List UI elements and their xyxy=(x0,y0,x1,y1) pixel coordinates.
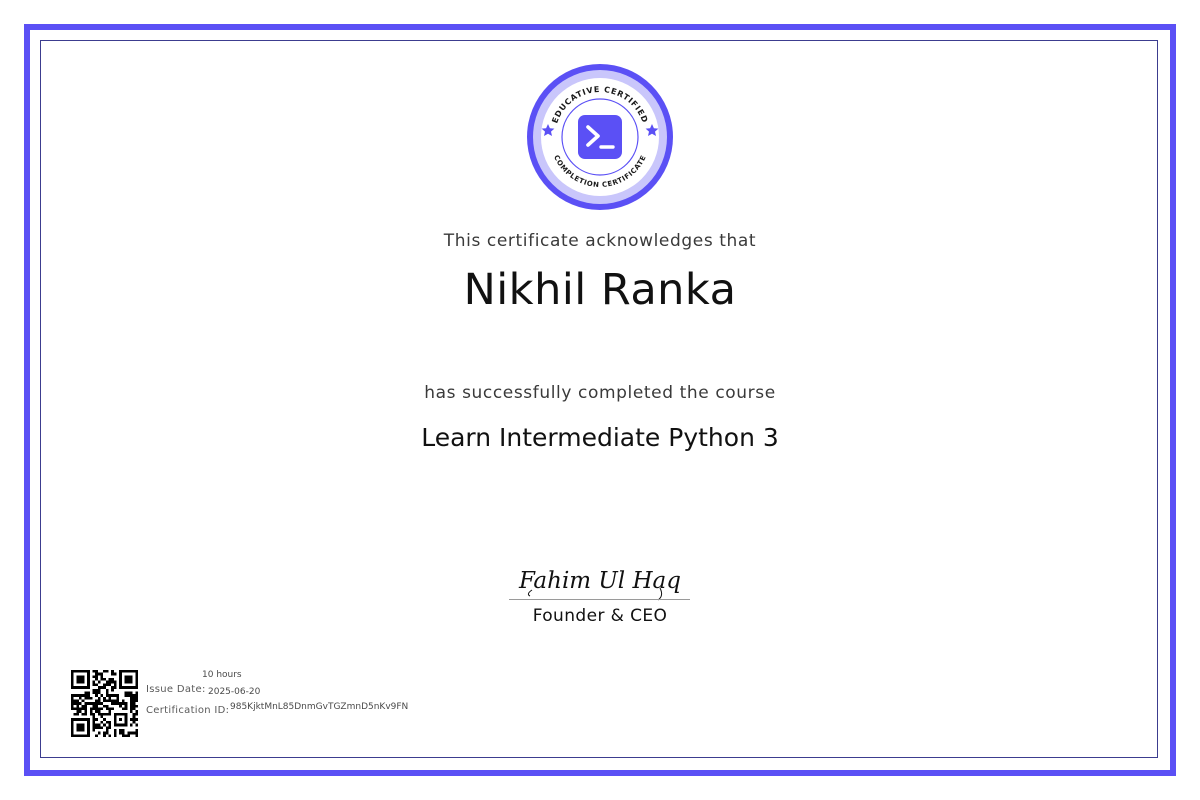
cert-id-label: Certification ID: xyxy=(146,705,230,716)
signature-line xyxy=(509,599,690,600)
issue-date-label: Issue Date: xyxy=(146,684,206,695)
duration-value: 10 hours xyxy=(202,670,242,680)
certificate-page: EDUCATIVE CERTIFIED COMPLETION CERTIFICA… xyxy=(0,0,1200,800)
signature-text: Fahim Ul Haq xyxy=(518,568,681,594)
course-name: Learn Intermediate Python 3 xyxy=(421,423,779,452)
signature-image: Fahim Ul Haq xyxy=(518,568,681,601)
certificate-seal: EDUCATIVE CERTIFIED COMPLETION CERTIFICA… xyxy=(527,64,673,210)
issue-date-value: 2025-06-20 xyxy=(208,687,261,697)
acknowledges-text: This certificate acknowledges that xyxy=(443,231,757,251)
completed-text: has successfully completed the course xyxy=(424,383,776,403)
recipient-name: Nikhil Ranka xyxy=(463,265,737,315)
cert-id-value: 985KjktMnL85DnmGvTGZmnD5nKv9FN xyxy=(230,702,409,712)
qr-code[interactable] xyxy=(71,670,138,737)
signer-title: Founder & CEO xyxy=(532,606,668,626)
terminal-icon xyxy=(578,115,622,159)
